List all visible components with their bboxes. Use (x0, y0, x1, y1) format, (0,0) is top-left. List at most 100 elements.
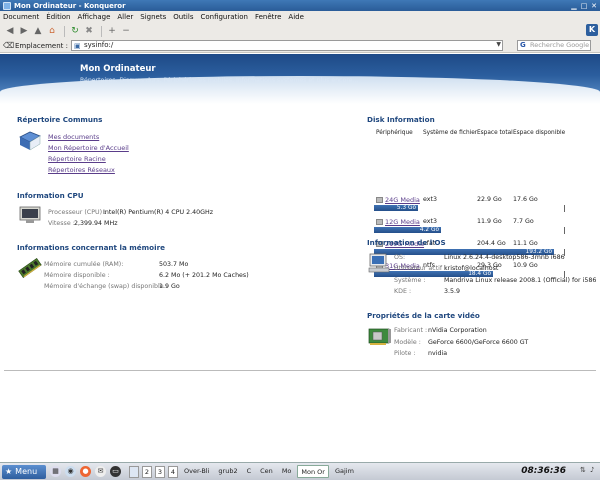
mem-free-label: Mémoire disponible : (44, 272, 110, 279)
link-home-dir[interactable]: Mon Répertoire d'Accueil (48, 144, 129, 152)
task-mo[interactable]: Mo (279, 465, 295, 478)
disk-usage-end (564, 227, 565, 234)
back-icon[interactable]: ◀ (4, 25, 16, 37)
taskbar: ★ Menu ▦ ◉ ● ✉ ▭ 2 3 4 Over-Bli grub2 C … (0, 462, 600, 480)
toolbar-separator (64, 25, 65, 37)
sysinfo-page: Mon Ordinateur Répertoires, Disques durs… (0, 54, 600, 462)
network-icon[interactable]: ⇅ (580, 466, 588, 476)
disk-fs: ext3 (423, 196, 437, 203)
clock[interactable]: 08:36:36 (521, 466, 566, 476)
stop-icon[interactable]: ✖ (83, 25, 95, 37)
disk-total: 22.9 Go (477, 196, 502, 203)
task-cen[interactable]: Cen (257, 465, 276, 478)
close-icon[interactable]: ✕ (590, 2, 598, 10)
menu-document[interactable]: Document (3, 13, 39, 21)
hard-disk-icon (376, 197, 383, 203)
location-bar: ⌫ Emplacement : ▣ sysinfo:/ ▼ G Recherch… (0, 39, 600, 53)
desktop-3[interactable]: 3 (155, 465, 165, 478)
disk-fs: ext3 (423, 218, 437, 225)
os-label: OS: (394, 254, 406, 261)
menu-view[interactable]: Affichage (78, 13, 111, 21)
link-root-dir[interactable]: Répertoire Racine (48, 155, 106, 163)
disk-usage-end (564, 205, 565, 212)
task-mon-ordinateur[interactable]: Mon Or (297, 465, 329, 478)
kmenu-label: Menu (15, 467, 38, 476)
cpu-heading: Information CPU (17, 191, 84, 200)
cpu-proc-label: Processeur (CPU) : (48, 209, 107, 216)
window-title: Mon Ordinateur - Konqueror (14, 1, 126, 10)
disk-col-device: Périphérique (376, 130, 413, 136)
mem-ram-label: Mémoire cumulée (RAM): (44, 261, 124, 268)
system-tray: ⇅ ♪ (578, 466, 598, 476)
common-dirs-heading: Répertoire Communs (17, 115, 103, 124)
cpu-speed-value: 2,399.94 MHz (74, 220, 118, 227)
banner: Mon Ordinateur Répertoires, Disques durs… (0, 54, 600, 116)
task-grub2[interactable]: grub2 (215, 465, 240, 478)
disk-free: 7.7 Go (513, 218, 534, 225)
desktop-4[interactable]: 4 (168, 465, 178, 478)
menu-bar: Document Édition Affichage Aller Signets… (0, 11, 600, 23)
toolbar: ◀ ▶ ▲ ⌂ ↻ ✖ + − (0, 23, 600, 39)
clear-location-icon[interactable]: ⌫ (3, 41, 14, 51)
cpu-monitor-icon (19, 206, 41, 223)
menu-bookmarks[interactable]: Signets (140, 13, 166, 21)
disk-col-fs: Système de fichier (423, 130, 478, 136)
start-icon: ★ (5, 467, 13, 476)
minimize-icon[interactable]: ▁ (570, 2, 578, 10)
disk-device-link[interactable]: 12G Media (385, 218, 420, 226)
zoom-out-icon[interactable]: − (120, 25, 132, 37)
sysinfo-favicon-icon: ▣ (73, 42, 81, 50)
up-icon[interactable]: ▲ (32, 25, 44, 37)
volume-icon[interactable]: ♪ (590, 466, 598, 476)
desktop-icon[interactable]: ▦ (50, 466, 61, 477)
computer-icon (368, 253, 390, 273)
desktop-2[interactable]: 2 (142, 465, 152, 478)
menu-window[interactable]: Fenêtre (255, 13, 281, 21)
home-icon[interactable]: ⌂ (46, 25, 58, 37)
disk-free: 10.9 Go (513, 262, 538, 269)
task-gajim[interactable]: Gajim (332, 465, 357, 478)
task-c[interactable]: C (244, 465, 255, 478)
video-driver-value: nvidia (428, 350, 448, 357)
mail-icon[interactable]: ✉ (95, 466, 106, 477)
video-driver-label: Pilote : (394, 350, 416, 357)
kmenu-button[interactable]: ★ Menu (2, 464, 46, 479)
hard-disk-icon (376, 219, 383, 225)
toolbar-separator (101, 25, 102, 37)
os-kde-label: KDE : (394, 288, 412, 295)
konqueror-app-icon[interactable] (3, 1, 11, 10)
search-input[interactable]: G Recherche Google (516, 40, 591, 51)
desktop-1[interactable] (129, 465, 139, 478)
os-system-value: Mandriva Linux release 2008.1 (Official)… (444, 277, 597, 284)
page-subtitle: Répertoires, Disques durs, Périphériques… (80, 77, 359, 84)
terminal-icon[interactable]: ▭ (110, 466, 121, 477)
browser-icon[interactable]: ◉ (65, 466, 76, 477)
firefox-icon[interactable]: ● (80, 466, 91, 477)
menu-help[interactable]: Aide (288, 13, 303, 21)
os-value: Linux 2.6.24.4-desktop586-3mnb i686 (444, 254, 565, 261)
cpu-proc-value: Intel(R) Pentium(R) 4 CPU 2.40GHz (103, 209, 214, 216)
disk-col-free: Espace disponible (513, 130, 566, 136)
disk-device-link[interactable]: 24G Media (385, 196, 420, 204)
link-network-dirs[interactable]: Répertoires Réseaux (48, 166, 115, 174)
mem-swap-label: Mémoire d'échange (swap) disponible : (44, 283, 168, 290)
task-over-blog[interactable]: Over-Bli (181, 465, 212, 478)
chevron-down-icon[interactable]: ▼ (496, 41, 501, 48)
menu-settings[interactable]: Configuration (200, 13, 247, 21)
kde-logo-icon: K (586, 24, 598, 36)
mem-ram-value: 503.7 Mo (159, 261, 189, 268)
disk-usage-bar: 4.2 Go (374, 227, 441, 233)
menu-edit[interactable]: Édition (46, 13, 70, 21)
maximize-icon[interactable]: □ (580, 2, 588, 10)
location-input[interactable]: ▣ sysinfo:/ ▼ (70, 40, 503, 51)
title-bar: Mon Ordinateur - Konqueror ▁ □ ✕ (0, 0, 600, 11)
link-my-documents[interactable]: Mes documents (48, 133, 99, 141)
forward-icon[interactable]: ▶ (18, 25, 30, 37)
os-heading: Information de l'OS (367, 238, 446, 247)
menu-tools[interactable]: Outils (173, 13, 193, 21)
zoom-in-icon[interactable]: + (106, 25, 118, 37)
menu-go[interactable]: Aller (117, 13, 133, 21)
reload-icon[interactable]: ↻ (69, 25, 81, 37)
cpu-speed-label: Vitesse : (48, 220, 75, 227)
video-model-label: Modèle : (394, 339, 421, 346)
